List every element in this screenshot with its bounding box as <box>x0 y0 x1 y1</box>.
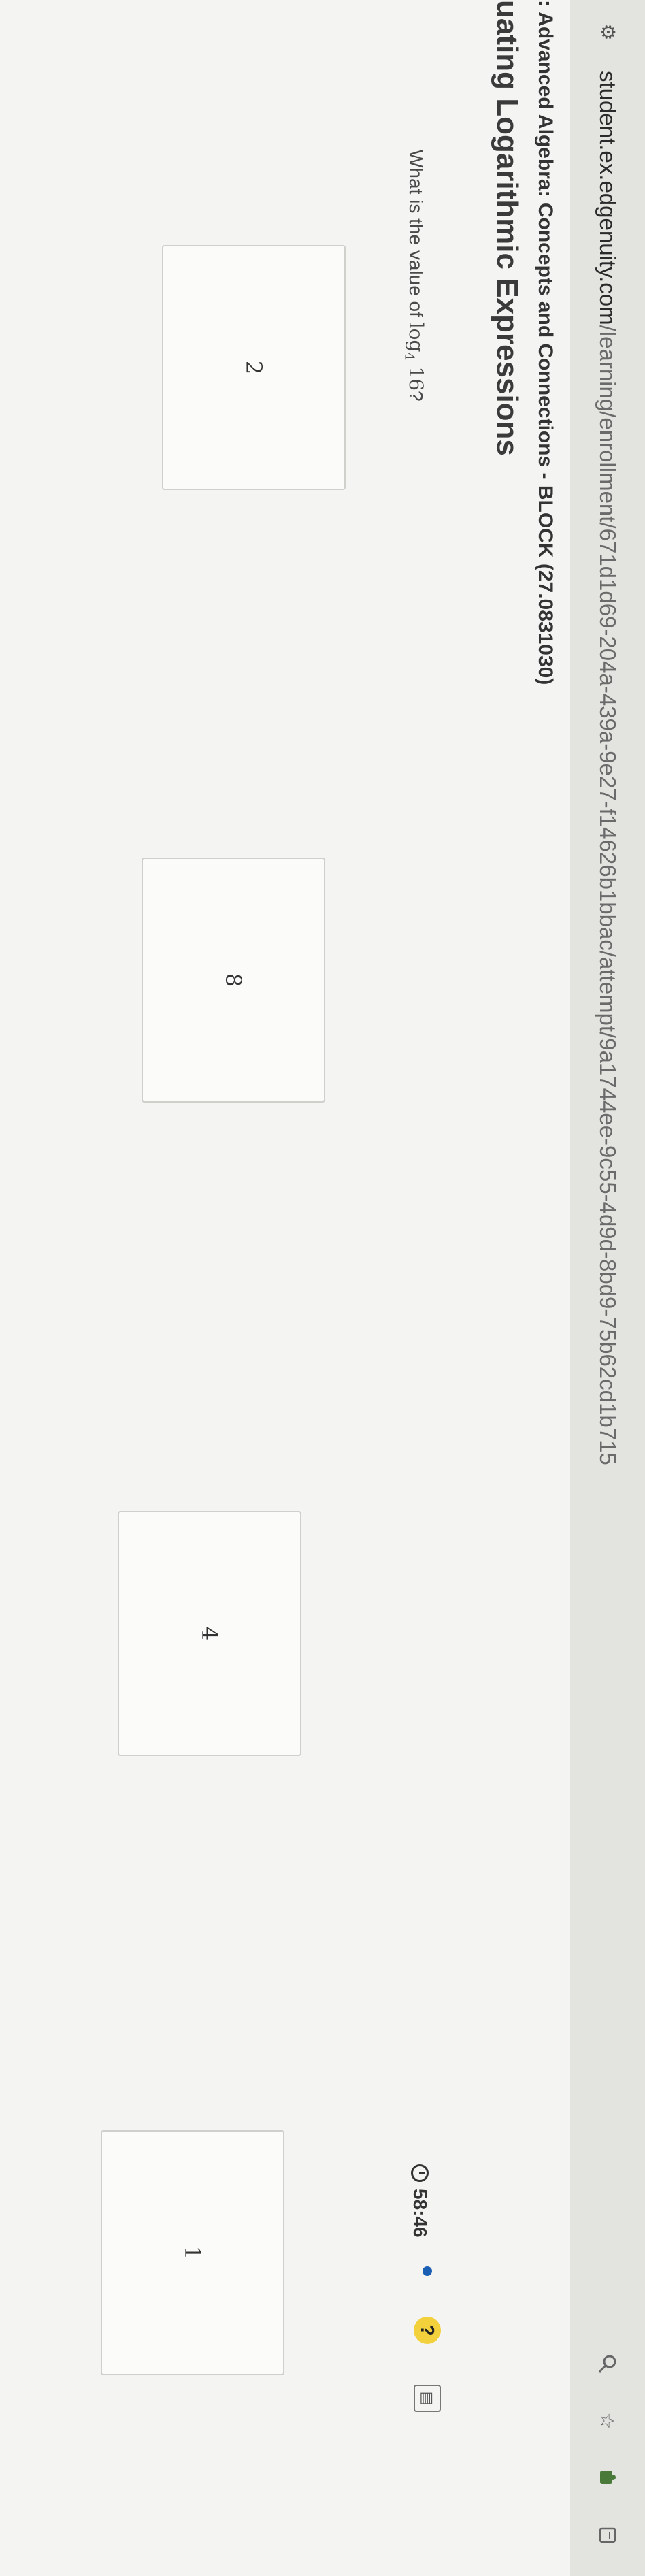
help-icon[interactable]: ? <box>414 2317 441 2344</box>
answer-label: 8 <box>220 973 246 988</box>
answer-option[interactable]: 2 <box>162 245 346 490</box>
log-expression: log4 16 <box>401 322 427 391</box>
answer-label: 1 <box>180 2245 205 2260</box>
answer-label: 4 <box>197 1626 222 1641</box>
lesson-content: : Advanced Algebra: Concepts and Connect… <box>0 0 570 2576</box>
lesson-title: uating Logarithmic Expressions <box>491 0 524 456</box>
browser-toolbar: ⚙ student.ex.edgenuity.com/learning/enro… <box>569 0 645 2576</box>
url-host: student.ex.edgenuity.com <box>595 71 621 325</box>
log-base: 4 <box>401 352 417 361</box>
course-title: : Advanced Algebra: Concepts and Connect… <box>534 0 557 685</box>
answer-label: 2 <box>241 360 267 375</box>
reader-icon[interactable]: ▤ <box>414 2385 441 2412</box>
question-text: What is the value of log4 16? <box>401 150 427 402</box>
answer-option[interactable]: 4 <box>118 1511 301 1756</box>
side-tools: ? ▤ <box>414 2266 441 2412</box>
clock-icon <box>411 2164 429 2182</box>
timer: 58:46 <box>409 2164 431 2238</box>
extension-icon[interactable] <box>594 2464 621 2492</box>
question-suffix: ? <box>406 391 427 402</box>
star-icon[interactable]: ☆ <box>594 2407 621 2434</box>
tune-icon[interactable]: ⚙ <box>596 20 619 44</box>
browser-actions: ☆ <box>585 2350 630 2549</box>
answer-option[interactable]: 8 <box>142 858 325 1103</box>
url-text: student.ex.edgenuity.com/learning/enroll… <box>595 71 621 1465</box>
address-bar[interactable]: ⚙ student.ex.edgenuity.com/learning/enro… <box>584 20 631 2348</box>
answer-option[interactable]: 1 <box>101 2130 284 2375</box>
url-path: /learning/enrollment/671d1d69-204a-439a-… <box>595 325 621 1465</box>
timer-value: 58:46 <box>410 2189 431 2238</box>
profile-icon[interactable] <box>594 2522 621 2549</box>
log-argument: 16 <box>405 366 427 391</box>
progress-dot <box>423 2266 432 2276</box>
zoom-icon[interactable] <box>594 2350 621 2377</box>
screen: ⚙ student.ex.edgenuity.com/learning/enro… <box>0 0 645 2576</box>
question-prefix: What is the value of <box>406 150 427 323</box>
